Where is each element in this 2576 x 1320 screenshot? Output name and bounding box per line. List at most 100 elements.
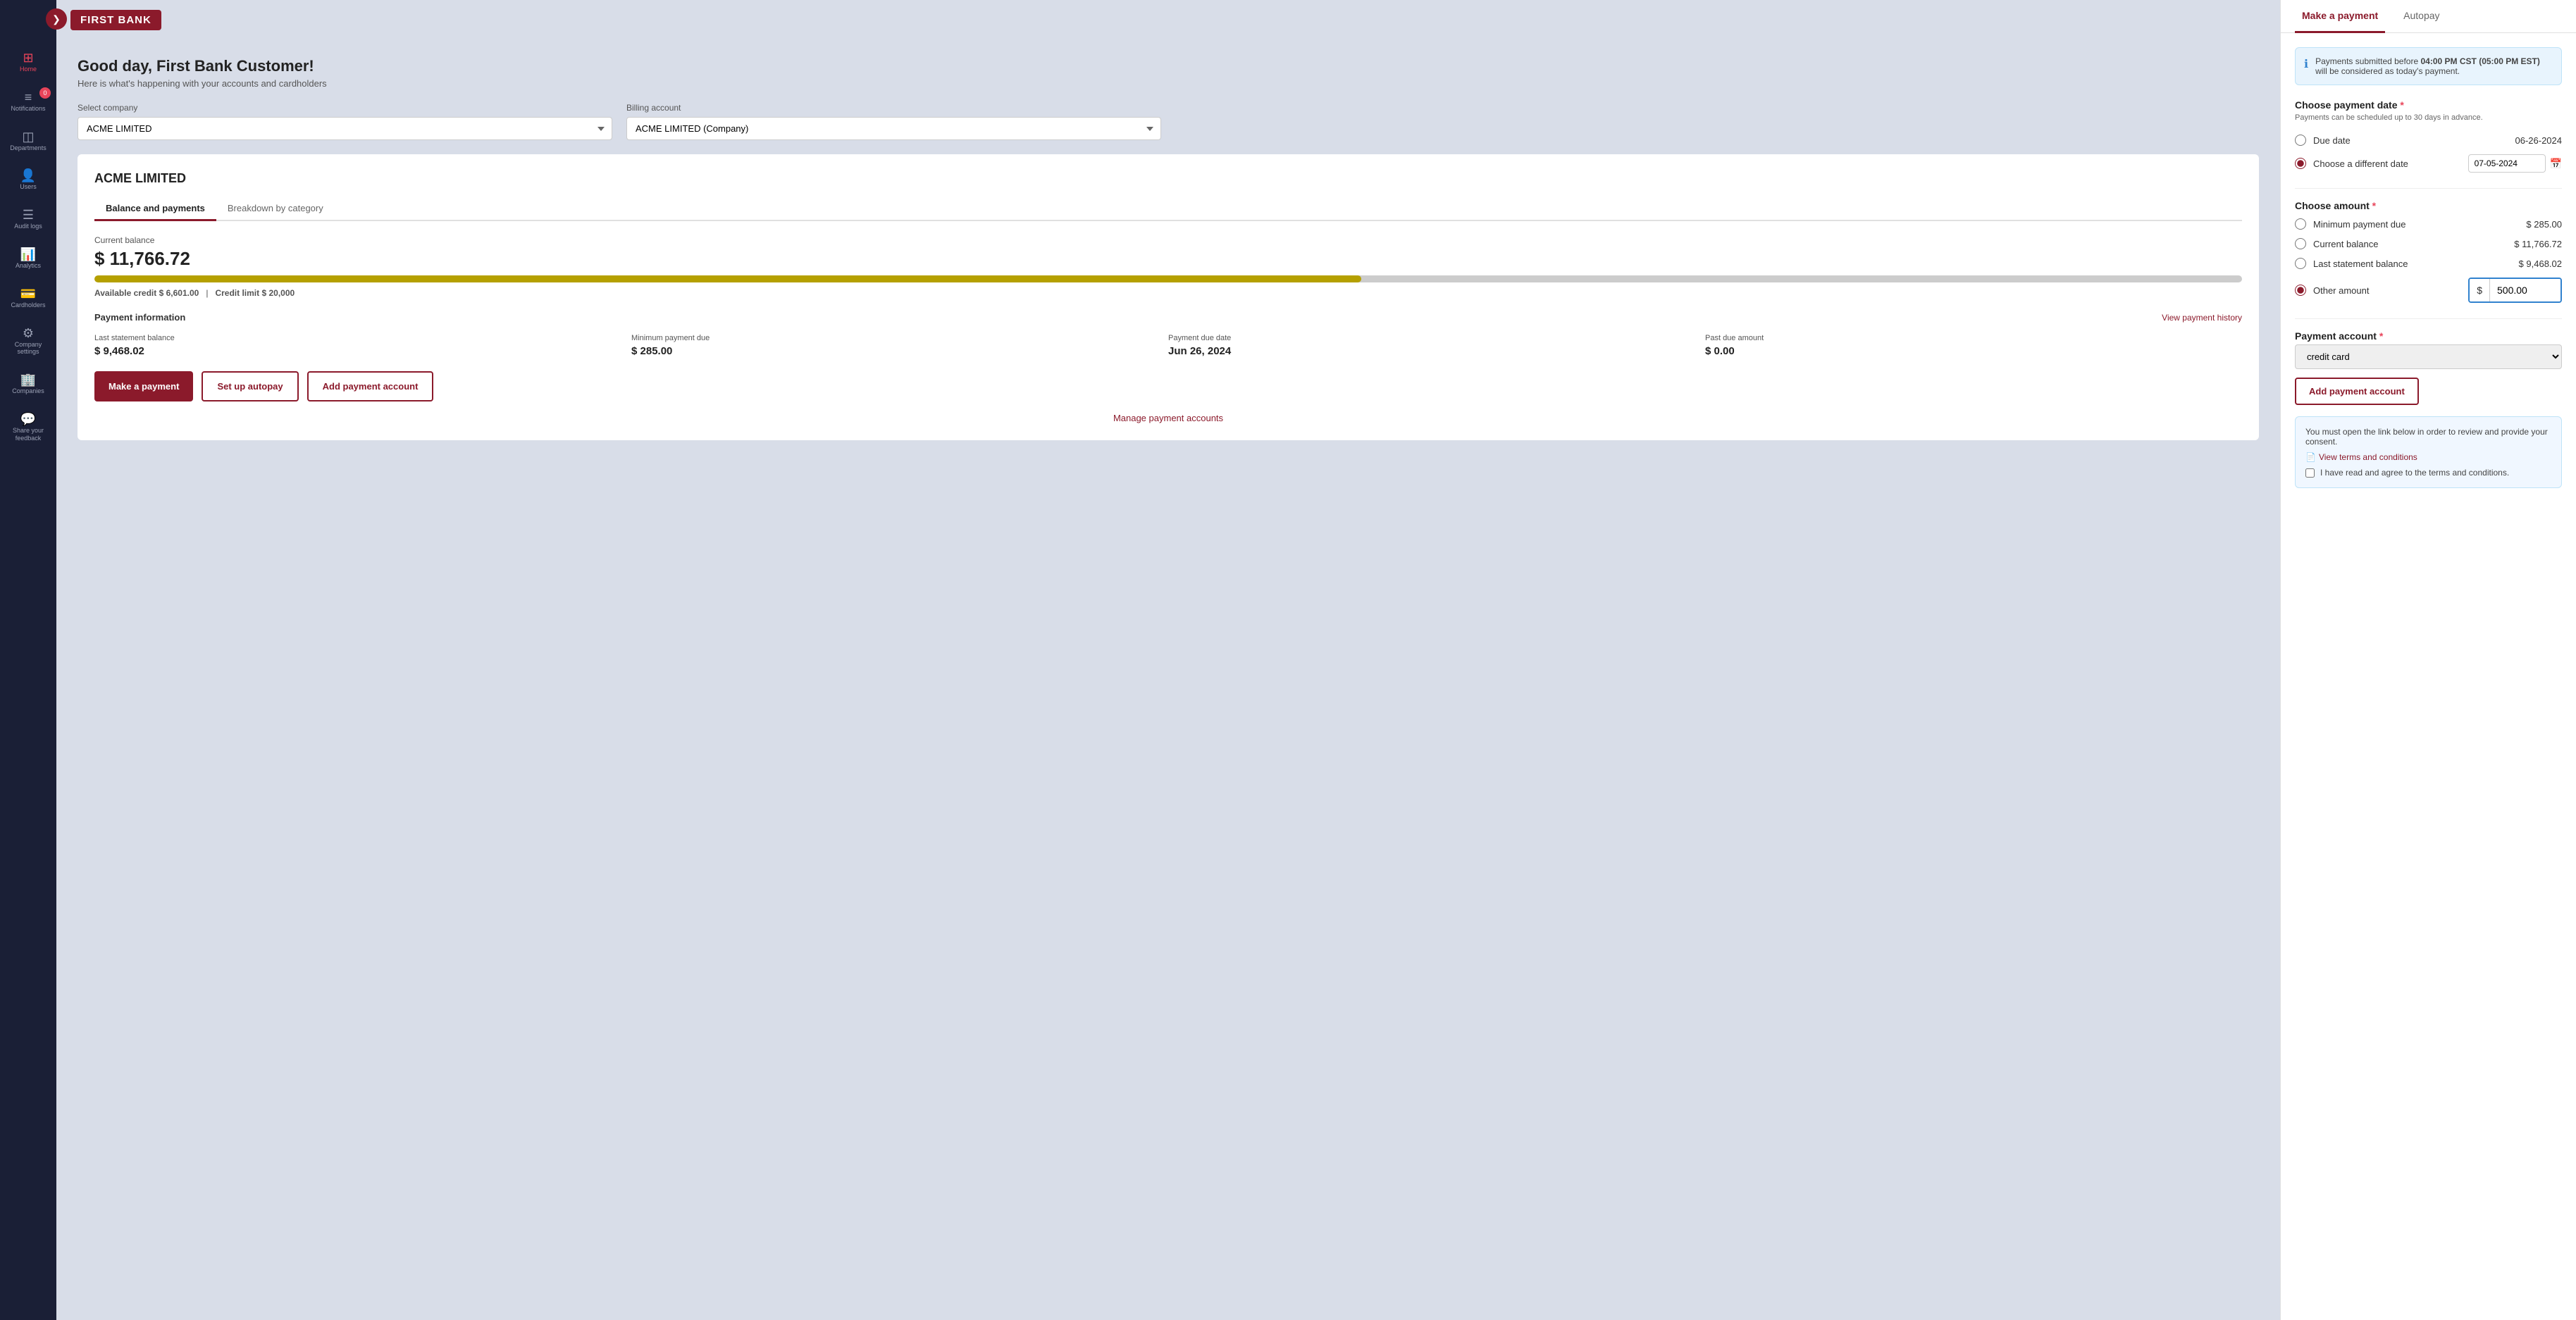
terms-checkbox-row: I have read and agree to the terms and c… [2305, 468, 2551, 478]
account-tabs: Balance and paymentsBreakdown by categor… [94, 197, 2242, 221]
stat-past-due-amount: Past due amount$ 0.00 [1705, 334, 2242, 357]
sidebar: ⊞Home0≡Notifications◫Departments👤Users☰A… [0, 0, 56, 1320]
credit-progress-bar [94, 275, 2242, 282]
terms-link[interactable]: 📄 View terms and conditions [2305, 452, 2551, 462]
home-icon: ⊞ [23, 51, 33, 66]
last-statement-value: $ 9,468.02 [2519, 259, 2562, 269]
stat-label: Payment due date [1168, 334, 1705, 342]
minimum-radio[interactable] [2295, 218, 2306, 230]
calendar-icon[interactable]: 📅 [2550, 158, 2562, 170]
date-input[interactable] [2468, 154, 2546, 173]
credit-limit-value: $ 20,000 [261, 288, 295, 298]
panel-body: ℹ Payments submitted before 04:00 PM CST… [2281, 33, 2576, 502]
terms-checkbox-label: I have read and agree to the terms and c… [2320, 468, 2509, 478]
sidebar-item-label-company-settings: Company settings [0, 341, 56, 356]
available-credit-value: $ 6,601.00 [159, 288, 199, 298]
sidebar-item-users[interactable]: 👤Users [0, 160, 56, 199]
view-payment-history-link[interactable]: View payment history [2162, 313, 2242, 323]
greeting-title: Good day, First Bank Customer! [78, 57, 2259, 75]
other-amount-option: Other amount $ [2295, 273, 2562, 307]
payment-info-title: Payment information [94, 312, 185, 323]
greeting: Good day, First Bank Customer! Here is w… [78, 57, 2259, 89]
sidebar-item-home[interactable]: ⊞Home [0, 42, 56, 82]
balance-section: Current balance $ 11,766.72 Available cr… [94, 235, 2242, 298]
sidebar-item-analytics[interactable]: 📊Analytics [0, 239, 56, 278]
current-balance-option: Current balance $ 11,766.72 [2295, 234, 2562, 254]
balance-label: Current balance [94, 235, 2242, 245]
billing-select-group: Billing account ACME LIMITED (Company) [626, 103, 1161, 140]
notifications-badge: 0 [39, 87, 51, 99]
billing-label: Billing account [626, 103, 1161, 113]
stat-label: Past due amount [1705, 334, 2242, 342]
last-statement-radio[interactable] [2295, 258, 2306, 269]
other-amount-input[interactable] [2490, 279, 2560, 301]
content-area: Good day, First Bank Customer! Here is w… [56, 40, 2280, 1320]
stat-value: Jun 26, 2024 [1168, 345, 1705, 357]
setup-autopay-button[interactable]: Set up autopay [202, 371, 298, 401]
payment-date-section: Choose payment date * Payments can be sc… [2295, 99, 2562, 177]
payment-amount-section: Choose amount * Minimum payment due $ 28… [2295, 200, 2562, 307]
other-amount-radio[interactable] [2295, 285, 2306, 296]
sidebar-item-label-home: Home [17, 66, 39, 73]
filter-form: Select company ACME LIMITED Billing acco… [78, 103, 2259, 140]
dollar-prefix: $ [2470, 279, 2490, 301]
make-payment-button[interactable]: Make a payment [94, 371, 193, 401]
audit-logs-icon: ☰ [23, 208, 34, 223]
panel-tab-autopay[interactable]: Autopay [2396, 0, 2446, 33]
document-icon: 📄 [2305, 452, 2316, 462]
amount-title: Choose amount * [2295, 200, 2562, 211]
sidebar-item-departments[interactable]: ◫Departments [0, 121, 56, 161]
sidebar-item-companies[interactable]: 🏢Companies [0, 364, 56, 404]
account-card-title: ACME LIMITED [94, 171, 2242, 186]
payment-date-title: Choose payment date * [2295, 99, 2562, 111]
other-amount-input-wrap: $ [2468, 278, 2562, 303]
account-card: ACME LIMITED Balance and paymentsBreakdo… [78, 154, 2259, 440]
info-banner: ℹ Payments submitted before 04:00 PM CST… [2295, 47, 2562, 85]
minimum-value: $ 285.00 [2526, 219, 2562, 230]
cardholders-icon: 💳 [20, 287, 36, 301]
sidebar-item-company-settings[interactable]: ⚙Company settings [0, 318, 56, 365]
terms-checkbox[interactable] [2305, 468, 2315, 478]
minimum-payment-option: Minimum payment due $ 285.00 [2295, 214, 2562, 234]
company-settings-icon: ⚙ [23, 326, 34, 341]
action-buttons: Make a payment Set up autopay Add paymen… [94, 371, 2242, 401]
tab-balance[interactable]: Balance and payments [94, 197, 216, 221]
sidebar-item-label-share-feedback: Share your feedback [0, 427, 56, 442]
due-date-radio[interactable] [2295, 135, 2306, 146]
sidebar-item-share-feedback[interactable]: 💬Share your feedback [0, 404, 56, 451]
current-balance-radio[interactable] [2295, 238, 2306, 249]
due-date-label: Due date [2313, 135, 2351, 146]
sidebar-item-notifications[interactable]: 0≡Notifications [0, 82, 56, 121]
panel-tabs: Make a payment Autopay [2281, 0, 2576, 33]
divider-1 [2295, 188, 2562, 189]
add-payment-account-button[interactable]: Add payment account [307, 371, 434, 401]
stat-label: Minimum payment due [631, 334, 1168, 342]
sidebar-item-label-cardholders: Cardholders [8, 301, 48, 309]
sidebar-item-label-analytics: Analytics [13, 262, 44, 270]
sidebar-toggle-button[interactable]: ❯ [46, 8, 67, 30]
billing-select[interactable]: ACME LIMITED (Company) [626, 117, 1161, 140]
right-panel: Make a payment Autopay ℹ Payments submitt… [2280, 0, 2576, 1320]
different-date-radio[interactable] [2295, 158, 2306, 169]
stat-value: $ 285.00 [631, 345, 1168, 357]
sidebar-item-audit-logs[interactable]: ☰Audit logs [0, 199, 56, 239]
manage-payment-accounts-link[interactable]: Manage payment accounts [94, 413, 2242, 423]
panel-add-payment-account-button[interactable]: Add payment account [2295, 378, 2419, 405]
company-select[interactable]: ACME LIMITED [78, 117, 612, 140]
share-feedback-icon: 💬 [20, 412, 36, 427]
company-label: Select company [78, 103, 612, 113]
main-content: FIRST BANK Good day, First Bank Customer… [56, 0, 2280, 1320]
terms-box: You must open the link below in order to… [2295, 416, 2562, 488]
tab-breakdown[interactable]: Breakdown by category [216, 197, 335, 221]
due-date-option: Due date 06-26-2024 [2295, 130, 2562, 150]
panel-tab-make-payment[interactable]: Make a payment [2295, 0, 2385, 33]
different-date-option: Choose a different date 📅 [2295, 150, 2562, 177]
due-date-value: 06-26-2024 [2515, 135, 2563, 146]
notifications-icon: ≡ [25, 90, 32, 105]
payment-account-select[interactable]: credit card bank account [2295, 344, 2562, 369]
departments-icon: ◫ [22, 130, 34, 144]
terms-message: You must open the link below in order to… [2305, 427, 2551, 447]
sidebar-item-cardholders[interactable]: 💳Cardholders [0, 278, 56, 318]
stat-value: $ 9,468.02 [94, 345, 631, 357]
payment-account-section: Payment account * credit card bank accou… [2295, 330, 2562, 405]
